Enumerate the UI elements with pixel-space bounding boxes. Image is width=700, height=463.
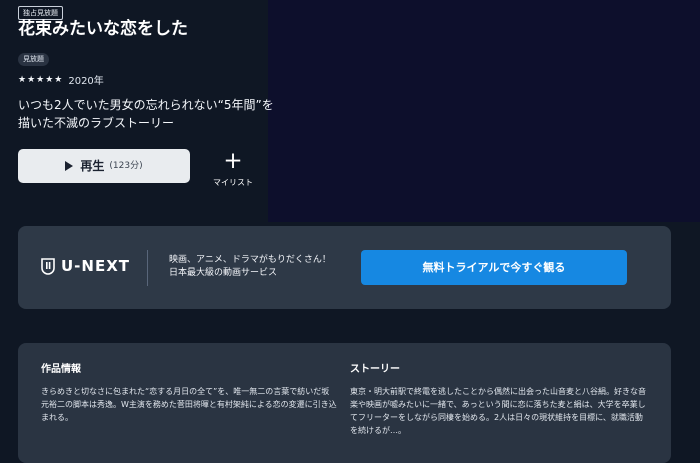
promo-copy-line-2: 日本最大級の動画サービス (169, 268, 278, 278)
info-panel: 作品情報 きらめきと切なさに包まれた“恋する月日の全て”を、唯一無二の言葉で紡い… (18, 343, 671, 463)
work-info-heading: 作品情報 (41, 364, 81, 375)
duration-label: (123分) (109, 161, 143, 171)
page-title: 花束みたいな恋をした (18, 19, 188, 39)
watch-badge: 見放題 (18, 53, 49, 66)
work-info-text: きらめきと切なさに包まれた“恋する月日の全て”を、唯一無二の言葉で紡いだ坂元裕二… (41, 387, 337, 422)
hero-image (268, 0, 700, 222)
work-info-section: 作品情報 きらめきと切なさに包まれた“恋する月日の全て”を、唯一無二の言葉で紡い… (41, 363, 337, 424)
promo-divider (147, 250, 148, 286)
unext-logo: U-NEXT (41, 257, 130, 275)
free-trial-button[interactable]: 無料トライアルで今すぐ観る (361, 250, 627, 285)
release-year: 2020年 (68, 76, 104, 87)
play-label: 再生 (80, 159, 105, 173)
plus-icon: + (223, 148, 243, 174)
u-next-shield-icon (41, 257, 55, 275)
story-heading: ストーリー (350, 364, 400, 375)
logo-text: U-NEXT (61, 257, 131, 275)
description: いつも2人でいた男女の忘れられない“5年間”を描いた不滅のラブストーリー (18, 98, 274, 130)
play-button[interactable]: 再生 (123分) (18, 149, 190, 183)
promo-copy-line-1: 映画、アニメ、ドラマがもりだくさん！ (169, 255, 331, 265)
play-icon (65, 161, 74, 171)
mylist-button[interactable]: + マイリスト (210, 150, 256, 188)
story-section: ストーリー 東京・明大前駅で終電を逃したことから偶然に出会った山音麦と八谷絹。好… (350, 363, 650, 437)
rating-row: ★★★★★ 2020年 (18, 72, 104, 88)
rating-stars-icon: ★★★★★ (18, 74, 64, 85)
story-text: 東京・明大前駅で終電を逃したことから偶然に出会った山音麦と八谷絹。好きな音楽や映… (350, 387, 646, 435)
promo-box: U-NEXT 映画、アニメ、ドラマがもりだくさん！ 日本最大級の動画サービス 無… (18, 226, 671, 309)
promo-copy: 映画、アニメ、ドラマがもりだくさん！ 日本最大級の動画サービス (169, 254, 331, 280)
mylist-label: マイリスト (213, 178, 253, 187)
